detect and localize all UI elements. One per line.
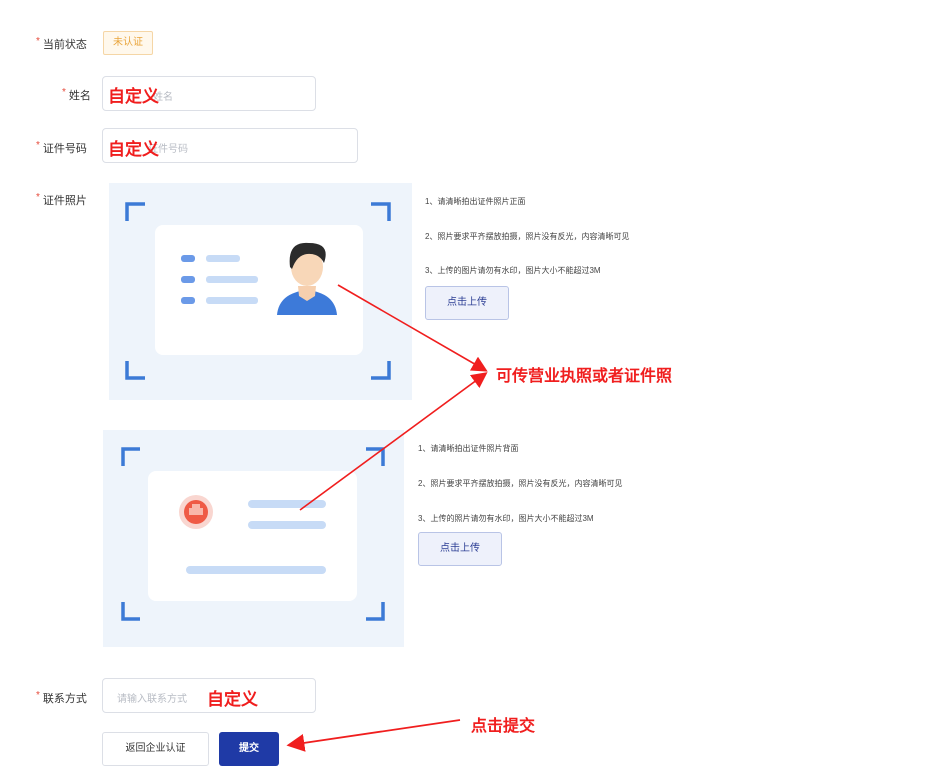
arrow-to-submit — [286, 719, 461, 752]
contact-placeholder: 请输入联系方式 — [117, 694, 187, 705]
submit-button[interactable]: 提交 — [219, 732, 279, 766]
arrow-to-photo-note — [337, 284, 488, 372]
back-to-enterprise-button[interactable]: 返回企业认证 — [102, 732, 209, 766]
submit-annotation: 点击提交 — [471, 718, 536, 735]
contact-annotation: 自定义 — [207, 690, 258, 709]
arrow-from-back-card — [299, 372, 488, 511]
photo-annotation: 可传营业执照或者证件照 — [496, 368, 673, 385]
annotation-arrows — [286, 284, 488, 752]
contact-label: * 联系方式 — [36, 690, 87, 705]
